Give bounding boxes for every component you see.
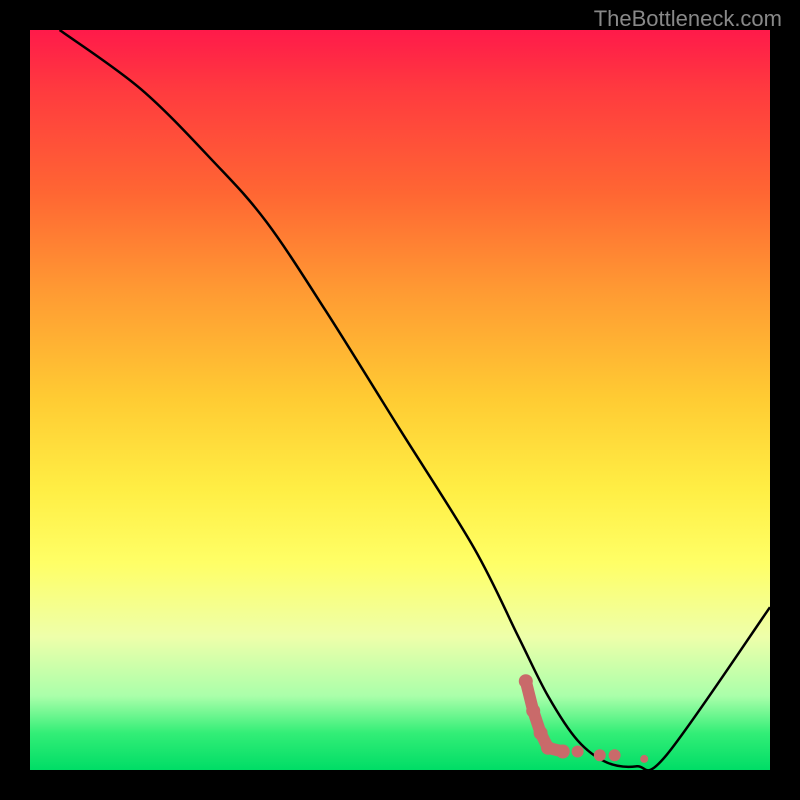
marker-dot — [541, 741, 555, 755]
marker-dot — [572, 746, 584, 758]
marker-dot — [640, 755, 648, 763]
chart-svg — [30, 30, 770, 770]
marker-dot — [519, 674, 533, 688]
marker-dot — [594, 749, 606, 761]
marker-dot — [526, 704, 540, 718]
watermark-text: TheBottleneck.com — [594, 6, 782, 32]
main-curve — [60, 30, 770, 770]
marker-cluster — [519, 674, 648, 763]
marker-dot — [534, 726, 548, 740]
marker-dot — [556, 745, 570, 759]
plot-area — [30, 30, 770, 770]
marker-dot — [609, 749, 621, 761]
